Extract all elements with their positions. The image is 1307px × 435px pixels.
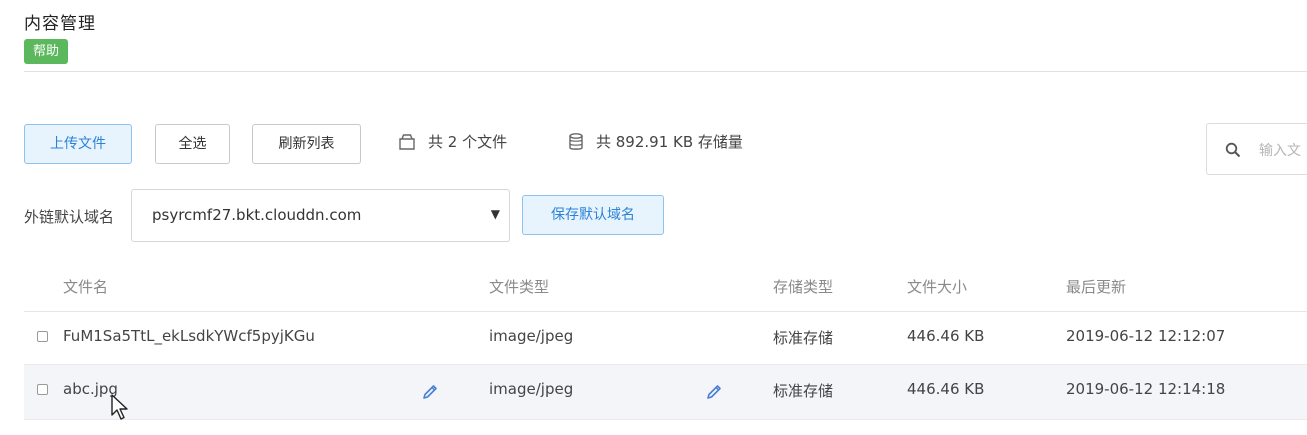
storage-text: 共 892.91 KB 存储量 bbox=[596, 133, 743, 151]
search-input[interactable]: 输入文 bbox=[1206, 123, 1307, 175]
storage-type-cell: 标准存储 bbox=[773, 329, 834, 347]
storage-stat: 共 892.91 KB 存储量 bbox=[568, 131, 743, 152]
content-management-page: 内容管理 帮助 上传文件 全选 刷新列表 共 2 个文件 共 892.91 KB… bbox=[0, 0, 1307, 435]
row-divider bbox=[24, 419, 1307, 420]
mouse-pointer-icon bbox=[110, 393, 130, 427]
upload-file-button[interactable]: 上传文件 bbox=[24, 124, 132, 164]
row-checkbox[interactable] bbox=[37, 384, 48, 395]
column-header-updated[interactable]: 最后更新 bbox=[1066, 276, 1126, 297]
file-count-text: 共 2 个文件 bbox=[428, 133, 508, 151]
save-default-domain-button[interactable]: 保存默认域名 bbox=[522, 195, 664, 235]
column-header-size[interactable]: 文件大小 bbox=[907, 276, 967, 297]
row-checkbox[interactable] bbox=[37, 331, 48, 342]
updated-cell: 2019-06-12 12:14:18 bbox=[1066, 380, 1226, 398]
file-type-cell: image/jpeg bbox=[489, 380, 574, 398]
edit-name-pencil-icon[interactable] bbox=[422, 384, 438, 404]
default-domain-label: 外链默认域名 bbox=[24, 208, 115, 226]
file-count-stat: 共 2 个文件 bbox=[398, 131, 507, 152]
refresh-list-button[interactable]: 刷新列表 bbox=[252, 124, 361, 164]
box-icon bbox=[398, 133, 416, 150]
column-header-storage-type[interactable]: 存储类型 bbox=[773, 276, 833, 297]
file-size-cell: 446.46 KB bbox=[907, 327, 985, 345]
file-name-cell[interactable]: FuM1Sa5TtL_ekLsdkYWcf5pyjKGu bbox=[63, 327, 315, 345]
header-divider bbox=[24, 71, 1307, 72]
storage-type-cell: 标准存储 bbox=[773, 382, 834, 400]
search-placeholder: 输入文 bbox=[1259, 143, 1301, 159]
search-icon bbox=[1225, 142, 1241, 162]
default-domain-select[interactable]: psyrcmf27.bkt.clouddn.com ▼ bbox=[131, 189, 510, 242]
database-icon bbox=[568, 132, 584, 151]
help-badge[interactable]: 帮助 bbox=[24, 39, 69, 64]
file-type-cell: image/jpeg bbox=[489, 327, 574, 345]
column-header-type[interactable]: 文件类型 bbox=[489, 276, 549, 297]
edit-type-pencil-icon[interactable] bbox=[706, 384, 722, 404]
select-all-button[interactable]: 全选 bbox=[155, 124, 230, 164]
column-header-name[interactable]: 文件名 bbox=[63, 276, 108, 297]
table-row[interactable]: FuM1Sa5TtL_ekLsdkYWcf5pyjKGu image/jpeg … bbox=[24, 312, 1307, 366]
page-title: 内容管理 bbox=[24, 14, 96, 34]
caret-down-icon: ▼ bbox=[490, 207, 500, 221]
table-row[interactable]: abc.jpg image/jpeg 标准存储 446.46 KB 2019-0… bbox=[24, 365, 1307, 419]
default-domain-value: psyrcmf27.bkt.clouddn.com bbox=[152, 206, 362, 224]
updated-cell: 2019-06-12 12:12:07 bbox=[1066, 327, 1226, 345]
file-size-cell: 446.46 KB bbox=[907, 380, 985, 398]
